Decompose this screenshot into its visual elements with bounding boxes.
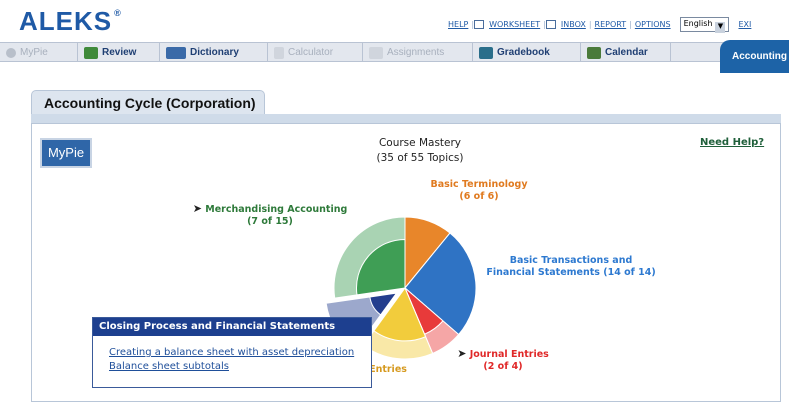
popup-link-balance-sheet-subtotals[interactable]: Balance sheet subtotals [109,360,371,374]
label-journal-entries[interactable]: ➤ Journal Entries (2 of 4) [453,348,553,373]
label-basic-terminology[interactable]: Basic Terminology (6 of 6) [420,179,538,203]
topic-popup: Closing Process and Financial Statements… [92,317,372,388]
label-basic-transactions[interactable]: Basic Transactions and Financial Stateme… [482,255,660,279]
label-adjusting-entries[interactable]: Entries [368,364,408,376]
arrow-right-icon: ➤ [457,347,467,360]
label-merchandising-accounting[interactable]: ➤ Merchandising Accounting (7 of 15) [190,203,350,228]
popup-title: Closing Process and Financial Statements [93,318,371,336]
popup-link-balance-sheet-depreciation[interactable]: Creating a balance sheet with asset depr… [109,346,371,360]
arrow-right-icon: ➤ [192,202,202,215]
